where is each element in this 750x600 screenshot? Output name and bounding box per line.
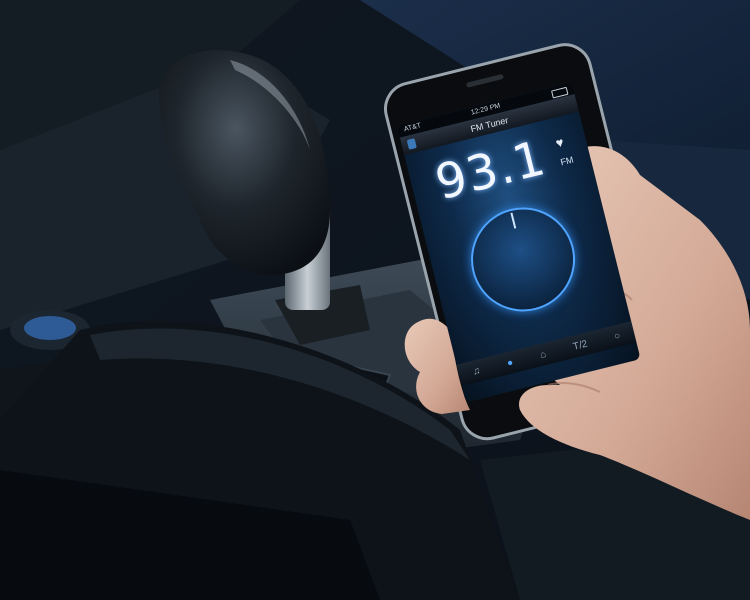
tuner-dial[interactable]	[459, 196, 587, 323]
mhz-icon[interactable]: T/2	[572, 338, 589, 352]
app-title: FM Tuner	[469, 115, 510, 135]
menu-icon[interactable]	[406, 138, 417, 150]
band-label: FM	[559, 154, 575, 168]
settings-icon[interactable]: ○	[613, 330, 622, 342]
radio-icon[interactable]: ●	[506, 357, 515, 369]
bookmark-icon[interactable]: ⌂	[539, 348, 548, 360]
dial-needle	[510, 212, 517, 229]
car-interior-scene: P R N D	[0, 0, 750, 600]
music-note-icon[interactable]: ♫	[471, 365, 481, 377]
